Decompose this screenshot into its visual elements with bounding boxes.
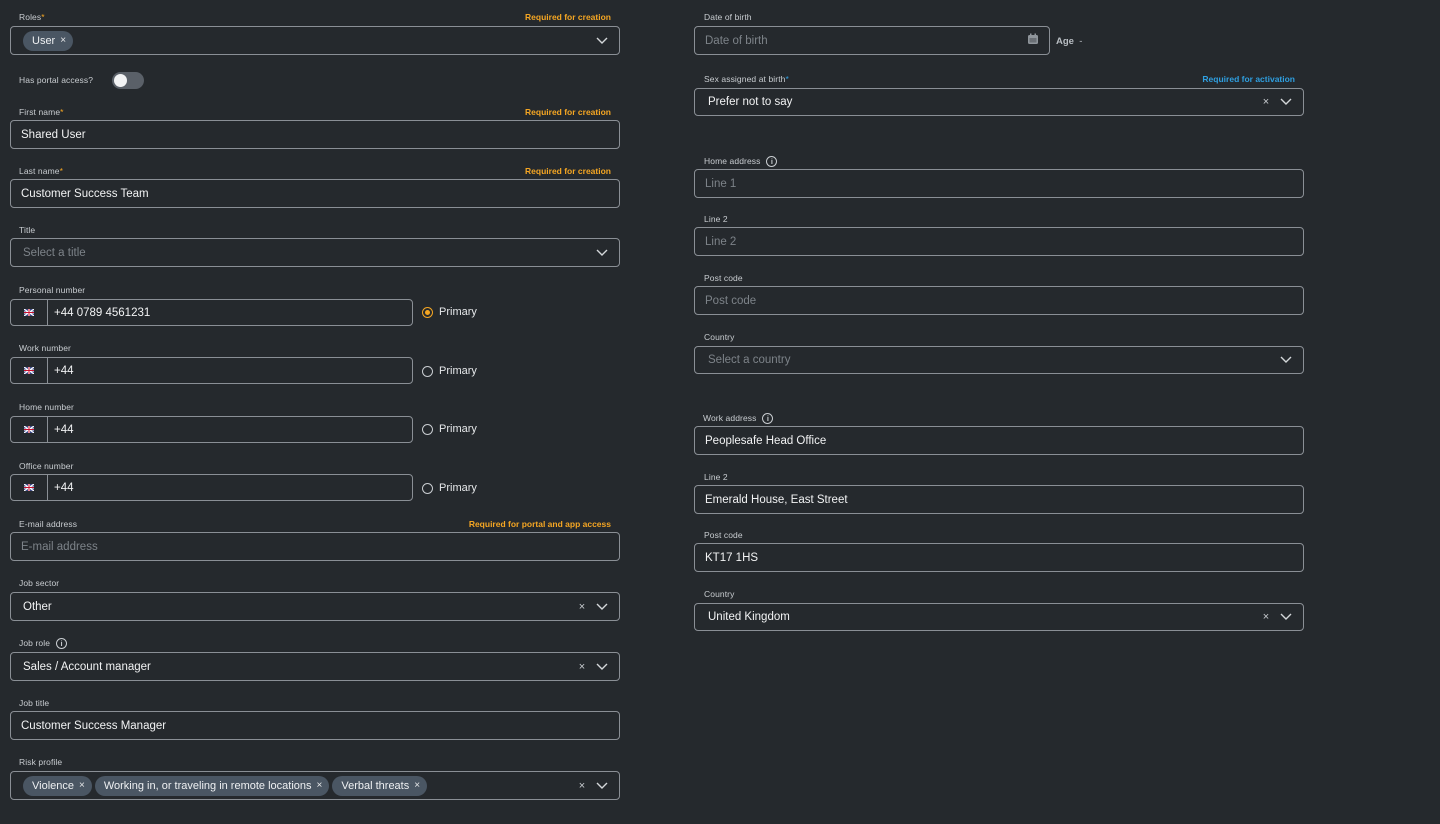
title-label: Title — [19, 225, 36, 235]
last-name-required-note: Required for creation — [525, 166, 611, 176]
work-address-label: Work address i — [703, 413, 774, 425]
work-primary-radio[interactable]: Primary — [422, 365, 477, 377]
home-primary-radio[interactable]: Primary — [422, 423, 477, 435]
personal-number-input[interactable]: +44 0789 4561231 — [48, 300, 150, 325]
uk-flag-icon[interactable] — [11, 475, 48, 500]
chevron-down-icon[interactable] — [1279, 610, 1293, 624]
personal-primary-radio[interactable]: Primary — [422, 306, 477, 318]
work-line2-input[interactable]: Emerald House, East Street — [694, 485, 1304, 514]
office-number-label: Office number — [19, 461, 74, 471]
risk-profile-label: Risk profile — [19, 757, 63, 767]
work-number-label: Work number — [19, 343, 71, 353]
info-icon[interactable]: i — [766, 156, 778, 168]
roles-required-note: Required for creation — [525, 12, 611, 22]
portal-access-toggle[interactable] — [112, 72, 144, 89]
clear-icon[interactable]: × — [577, 601, 587, 613]
work-postcode-input[interactable]: KT17 1HS — [694, 543, 1304, 572]
role-chip: User × — [23, 30, 74, 51]
sex-label: Sex assigned at birth* — [704, 74, 789, 84]
first-name-label: First name* — [19, 107, 64, 117]
home-line2-label: Line 2 — [704, 214, 728, 224]
info-icon[interactable]: i — [56, 638, 68, 650]
chip-remove-icon[interactable]: × — [79, 780, 85, 791]
work-postcode-label: Post code — [704, 530, 743, 540]
roles-select[interactable]: User × — [10, 26, 620, 55]
uk-flag-icon[interactable] — [11, 358, 48, 383]
personal-number-label: Personal number — [19, 285, 86, 295]
risk-chip: Violence × — [23, 775, 92, 796]
office-primary-radio[interactable]: Primary — [422, 482, 477, 494]
title-select[interactable]: Select a title — [10, 238, 620, 267]
dob-label: Date of birth — [704, 12, 752, 22]
chevron-down-icon[interactable] — [595, 246, 609, 260]
home-postcode-label: Post code — [704, 273, 743, 283]
home-number-input[interactable]: +44 — [48, 417, 74, 442]
clear-icon[interactable]: × — [1261, 611, 1271, 623]
home-country-select[interactable]: Select a country — [694, 346, 1304, 374]
radio-selected-icon — [422, 306, 433, 318]
radio-unselected-icon — [422, 482, 433, 494]
chevron-down-icon[interactable] — [1279, 353, 1293, 367]
calendar-icon[interactable] — [1027, 33, 1039, 48]
work-country-label: Country — [704, 589, 735, 599]
job-title-input[interactable]: Customer Success Manager — [10, 711, 620, 740]
home-number-field[interactable]: +44 — [10, 416, 413, 443]
home-line1-input[interactable]: Line 1 — [694, 169, 1304, 198]
first-name-input[interactable]: Shared User — [10, 120, 620, 149]
sex-select[interactable]: Prefer not to say × — [694, 88, 1304, 116]
personal-number-field[interactable]: +44 0789 4561231 — [10, 299, 413, 326]
email-required-note: Required for portal and app access — [468, 519, 611, 529]
home-address-label: Home address i — [704, 156, 778, 168]
clear-icon[interactable]: × — [577, 780, 587, 792]
risk-chip: Verbal threats × — [332, 775, 428, 796]
clear-icon[interactable]: × — [1261, 96, 1271, 108]
chevron-down-icon[interactable] — [595, 34, 609, 48]
home-postcode-input[interactable]: Post code — [694, 286, 1304, 315]
home-country-label: Country — [704, 332, 735, 342]
job-role-select[interactable]: Sales / Account manager × — [10, 652, 620, 681]
risk-chip: Working in, or traveling in remote locat… — [94, 775, 330, 796]
chevron-down-icon[interactable] — [595, 779, 609, 793]
work-country-select[interactable]: United Kingdom × — [694, 603, 1304, 631]
chip-remove-icon[interactable]: × — [414, 780, 420, 791]
radio-unselected-icon — [422, 365, 433, 377]
uk-flag-icon[interactable] — [11, 417, 48, 442]
roles-label: Roles* — [19, 12, 45, 22]
uk-flag-icon[interactable] — [11, 300, 48, 325]
radio-unselected-icon — [422, 423, 433, 435]
email-label: E-mail address — [19, 519, 78, 529]
work-line2-label: Line 2 — [704, 472, 728, 482]
sex-required-note: Required for activation — [1202, 74, 1295, 84]
clear-icon[interactable]: × — [577, 661, 587, 673]
toggle-knob — [114, 74, 127, 87]
work-number-field[interactable]: +44 — [10, 357, 413, 384]
last-name-input[interactable]: Customer Success Team — [10, 179, 620, 208]
chip-remove-icon[interactable]: × — [60, 35, 66, 46]
office-number-field[interactable]: +44 — [10, 474, 413, 501]
info-icon[interactable]: i — [762, 413, 774, 425]
chevron-down-icon[interactable] — [595, 600, 609, 614]
dob-input[interactable]: Date of birth — [694, 26, 1050, 55]
last-name-label: Last name* — [19, 166, 64, 176]
work-line1-input[interactable]: Peoplesafe Head Office — [694, 426, 1304, 455]
job-sector-select[interactable]: Other × — [10, 592, 620, 621]
portal-access-label: Has portal access? — [19, 75, 94, 85]
chevron-down-icon[interactable] — [595, 660, 609, 674]
risk-profile-select[interactable]: Violence × Working in, or traveling in re… — [10, 771, 620, 800]
office-number-input[interactable]: +44 — [48, 475, 74, 500]
first-name-required-note: Required for creation — [525, 107, 611, 117]
job-sector-label: Job sector — [19, 578, 60, 588]
home-number-label: Home number — [19, 402, 74, 412]
chip-remove-icon[interactable]: × — [317, 780, 323, 791]
email-input[interactable]: E-mail address — [10, 532, 620, 561]
work-number-input[interactable]: +44 — [48, 358, 74, 383]
home-line2-input[interactable]: Line 2 — [694, 227, 1304, 256]
job-title-label: Job title — [19, 698, 50, 708]
job-role-label: Job role i — [19, 638, 68, 650]
age-display: Age - — [1056, 36, 1083, 47]
chevron-down-icon[interactable] — [1279, 95, 1293, 109]
